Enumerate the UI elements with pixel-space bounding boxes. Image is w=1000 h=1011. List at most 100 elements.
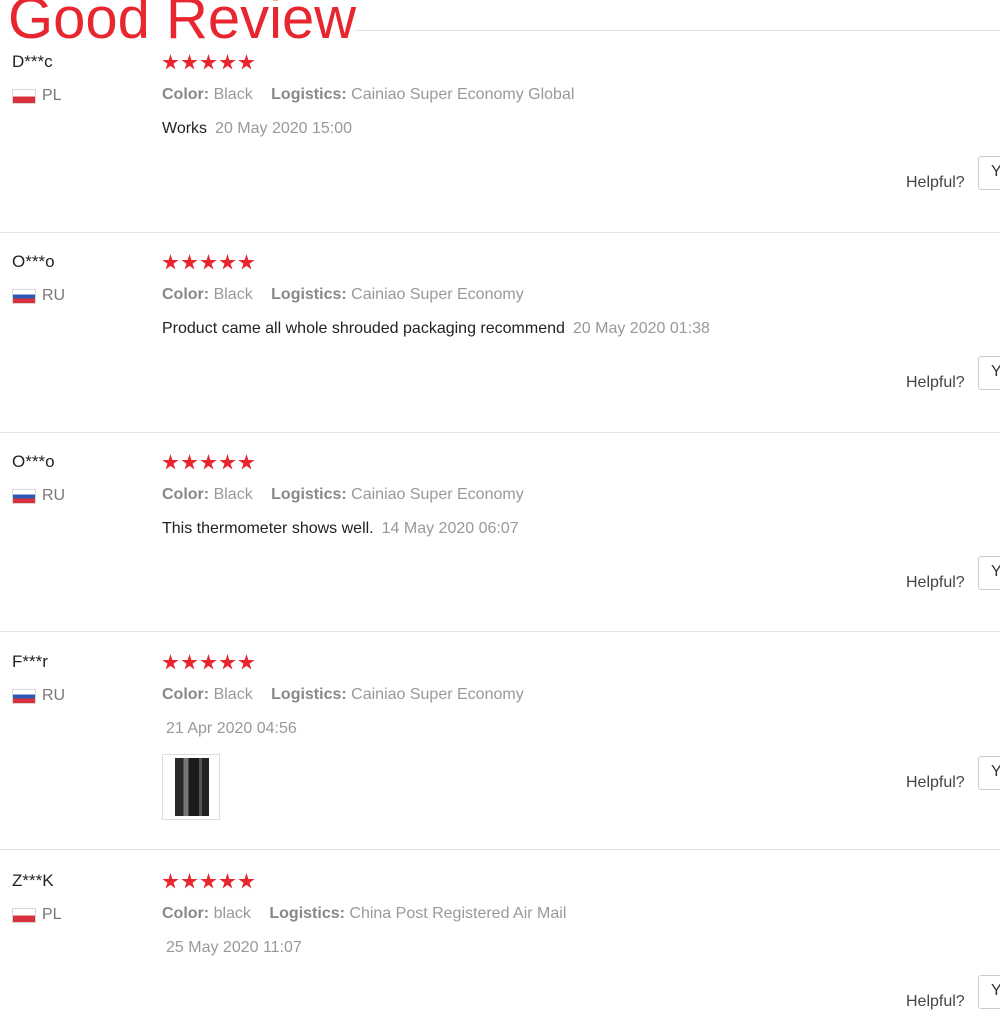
country-code: RU (42, 687, 66, 704)
color-value: Black (213, 486, 253, 503)
helpful-label: Helpful? (906, 574, 965, 591)
review-divider (0, 849, 1000, 850)
review-photo-thumbnail[interactable] (162, 754, 220, 820)
color-label: Color: (162, 905, 210, 922)
helpful-yes-button[interactable]: Y (978, 156, 1000, 190)
star-icon (181, 454, 198, 470)
country-code: PL (42, 906, 62, 923)
star-icon (219, 873, 236, 889)
star-icon (219, 254, 236, 270)
review-content: 25 May 2020 11:07 (166, 939, 302, 957)
review-attributes: Color: black Logistics: China Post Regis… (162, 905, 566, 923)
review-date: 25 May 2020 11:07 (166, 939, 302, 956)
reviewer-country: RU (12, 287, 65, 305)
star-icon (219, 654, 236, 670)
star-icon (219, 54, 236, 70)
country-code: PL (42, 87, 62, 104)
star-rating (162, 454, 255, 471)
thermometer-photo (175, 758, 209, 816)
review-date: 20 May 2020 15:00 (215, 120, 353, 137)
star-icon (181, 873, 198, 889)
reviewer-country: RU (12, 687, 65, 705)
helpful-label: Helpful? (906, 993, 965, 1010)
star-icon (200, 254, 217, 270)
logistics-label: Logistics: (271, 686, 347, 703)
review-divider (0, 232, 1000, 233)
review-divider (0, 432, 1000, 433)
reviewer-name: O***o (12, 252, 55, 271)
star-icon (181, 254, 198, 270)
star-rating (162, 654, 255, 671)
star-icon (238, 254, 255, 270)
star-rating (162, 254, 255, 271)
star-icon (238, 454, 255, 470)
logistics-value: Cainiao Super Economy (351, 486, 524, 503)
color-label: Color: (162, 86, 210, 103)
star-icon (162, 254, 179, 270)
russia-flag-icon (12, 288, 36, 304)
logistics-value: Cainiao Super Economy (351, 686, 524, 703)
poland-flag-icon (12, 907, 36, 923)
reviewer-country: PL (12, 87, 62, 105)
reviewer-country: PL (12, 906, 62, 924)
review-text: Product came all whole shrouded packagin… (162, 320, 565, 337)
russia-flag-icon (12, 488, 36, 504)
reviewer-name: F***r (12, 652, 48, 671)
helpful-yes-button[interactable]: Y (978, 975, 1000, 1009)
helpful-label: Helpful? (906, 774, 965, 791)
review-attributes: Color: Black Logistics: Cainiao Super Ec… (162, 486, 524, 504)
reviewer-country: RU (12, 487, 65, 505)
divider (355, 30, 1000, 31)
russia-flag-icon (12, 688, 36, 704)
page-banner-title: Good Review (8, 0, 357, 51)
color-value: Black (213, 686, 253, 703)
star-icon (200, 54, 217, 70)
review-divider (0, 631, 1000, 632)
logistics-label: Logistics: (271, 86, 347, 103)
star-icon (162, 873, 179, 889)
review-date: 21 Apr 2020 04:56 (166, 720, 297, 737)
logistics-label: Logistics: (271, 286, 347, 303)
star-icon (162, 654, 179, 670)
star-icon (238, 654, 255, 670)
star-icon (200, 654, 217, 670)
color-label: Color: (162, 686, 210, 703)
logistics-label: Logistics: (271, 486, 347, 503)
color-label: Color: (162, 286, 210, 303)
helpful-label: Helpful? (906, 174, 965, 191)
logistics-value: China Post Registered Air Mail (349, 905, 567, 922)
color-value: Black (213, 286, 253, 303)
reviewer-name: D***c (12, 52, 53, 71)
logistics-label: Logistics: (269, 905, 345, 922)
star-icon (200, 873, 217, 889)
reviewer-name: Z***K (12, 871, 54, 890)
star-icon (219, 454, 236, 470)
country-code: RU (42, 287, 66, 304)
star-icon (238, 54, 255, 70)
review-attributes: Color: Black Logistics: Cainiao Super Ec… (162, 286, 524, 304)
helpful-yes-button[interactable]: Y (978, 356, 1000, 390)
star-icon (181, 654, 198, 670)
star-icon (200, 454, 217, 470)
logistics-value: Cainiao Super Economy Global (351, 86, 575, 103)
review-text: This thermometer shows well. (162, 520, 374, 537)
reviewer-name: O***o (12, 452, 55, 471)
review-attributes: Color: Black Logistics: Cainiao Super Ec… (162, 686, 524, 704)
star-rating (162, 54, 255, 71)
logistics-value: Cainiao Super Economy (351, 286, 524, 303)
review-content: This thermometer shows well. 14 May 2020 … (162, 520, 519, 538)
country-code: RU (42, 487, 66, 504)
helpful-yes-button[interactable]: Y (978, 556, 1000, 590)
helpful-yes-button[interactable]: Y (978, 756, 1000, 790)
helpful-label: Helpful? (906, 374, 965, 391)
color-label: Color: (162, 486, 210, 503)
review-date: 20 May 2020 01:38 (572, 320, 710, 337)
review-text: Works (162, 120, 208, 137)
review-attributes: Color: Black Logistics: Cainiao Super Ec… (162, 86, 574, 104)
color-value: Black (213, 86, 253, 103)
poland-flag-icon (12, 88, 36, 104)
star-icon (162, 54, 179, 70)
star-rating (162, 873, 255, 890)
star-icon (162, 454, 179, 470)
color-value: black (213, 905, 251, 922)
